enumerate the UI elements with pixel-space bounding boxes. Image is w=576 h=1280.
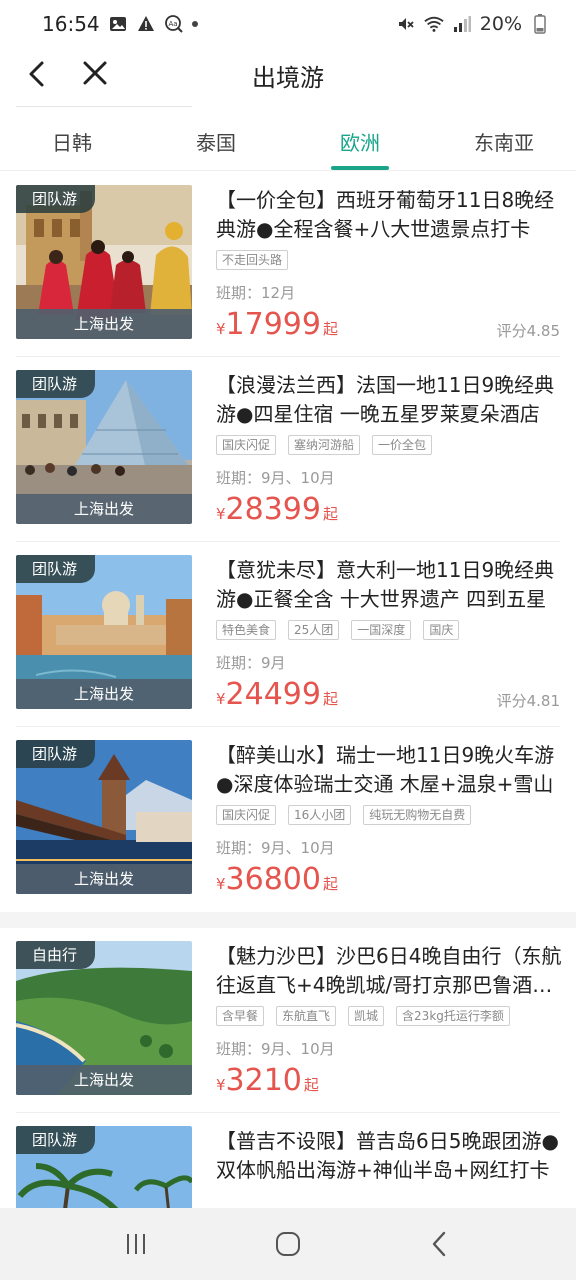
- rating-score: 评分4.81: [496, 692, 560, 710]
- product-list: 团队游 上海出发 【一价全包】西班牙葡萄牙11日8晚经典游●全程含餐+八大世遗景…: [0, 172, 576, 1280]
- tour-type-badge: 团队游: [16, 740, 96, 768]
- product-card[interactable]: 团队游 上海出发 【浪漫法兰西】法国一地11日9晚经典游●四星住宿 一晚五星罗莱…: [0, 357, 576, 542]
- product-image: 团队游 上海出发: [16, 370, 192, 524]
- product-card[interactable]: 团队游 上海出发 【意犹未尽】意大利一地11日9晚经典游●正餐全含 十大世界遗产…: [0, 542, 576, 727]
- tab-southeast-asia[interactable]: 东南亚: [432, 107, 576, 170]
- back-icon: [432, 1231, 446, 1257]
- schedule-text: 班期：12月: [216, 284, 296, 302]
- warning-icon: [136, 14, 156, 34]
- product-title: 【普吉不设限】普吉岛6日5晚跟团游●双体帆船出海游+神仙半岛+网红打卡: [216, 1129, 559, 1182]
- dot-icon: [191, 21, 198, 27]
- product-title: 【醉美山水】瑞士一地11日9晚火车游●深度体验瑞士交通 木屋+温泉+雪山: [216, 743, 555, 796]
- battery-icon: [530, 14, 550, 34]
- nav-back-button[interactable]: [420, 1224, 460, 1264]
- price-suffix: 起: [322, 505, 338, 523]
- price-value: 24499: [225, 677, 321, 712]
- tour-type-badge: 团队游: [16, 1126, 96, 1154]
- product-tag: 一国深度: [351, 620, 412, 640]
- product-tag: 塞纳河游船: [288, 435, 361, 455]
- currency-symbol: ¥: [216, 690, 226, 708]
- currency-symbol: ¥: [216, 1076, 226, 1094]
- product-image: 团队游 上海出发: [16, 555, 192, 709]
- recent-apps-icon: [127, 1234, 145, 1254]
- product-tag: 东航直飞: [276, 1006, 337, 1026]
- price: ¥ 3210 起: [216, 1064, 562, 1098]
- price: ¥ 28399 起: [216, 493, 562, 527]
- departure-label: 上海出发: [16, 309, 192, 339]
- product-tag: 国庆闪促: [216, 435, 277, 455]
- section-gap: [0, 912, 576, 928]
- price-value: 3210: [225, 1063, 302, 1098]
- price-value: 36800: [225, 862, 321, 897]
- tour-type-badge: 团队游: [16, 370, 96, 398]
- departure-label: 上海出发: [16, 864, 192, 894]
- product-image: 团队游 上海出发: [16, 185, 192, 339]
- product-image: 团队游 上海出发: [16, 740, 192, 894]
- svg-text:Aa: Aa: [168, 20, 177, 28]
- product-title: 【意犹未尽】意大利一地11日9晚经典游●正餐全含 十大世界遗产 四到五星: [216, 558, 555, 611]
- product-tag: 纯玩无购物无自费: [363, 805, 472, 825]
- product-title: 【魅力沙巴】沙巴6日4晚自由行（东航往返直飞+4晚凯城/哥打京那巴鲁酒店）: [216, 944, 562, 997]
- tab-japan-korea[interactable]: 日韩: [0, 107, 144, 170]
- mute-icon: [396, 14, 416, 34]
- price: ¥ 36800 起: [216, 863, 562, 897]
- schedule-text: 班期：9月、10月: [216, 839, 335, 857]
- departure-label: 上海出发: [16, 494, 192, 524]
- product-tag: 含早餐: [216, 1006, 265, 1026]
- price-suffix: 起: [322, 875, 338, 893]
- schedule-text: 班期：9月、10月: [216, 1040, 335, 1058]
- rating-score: 评分4.85: [496, 322, 560, 340]
- product-card[interactable]: 团队游 上海出发 【一价全包】西班牙葡萄牙11日8晚经典游●全程含餐+八大世遗景…: [0, 172, 576, 357]
- price-value: 28399: [225, 492, 321, 527]
- product-title: 【浪漫法兰西】法国一地11日9晚经典游●四星住宿 一晚五星罗莱夏朵酒店: [216, 373, 555, 426]
- battery-label: 20%: [479, 13, 522, 35]
- departure-label: 上海出发: [16, 679, 192, 709]
- product-tag: 国庆: [423, 620, 460, 640]
- product-tag: 国庆闪促: [216, 805, 277, 825]
- product-card[interactable]: 自由行 上海出发 【魅力沙巴】沙巴6日4晚自由行（东航往返直飞+4晚凯城/哥打京…: [0, 928, 576, 1113]
- product-image: 自由行 上海出发: [16, 941, 192, 1095]
- product-card[interactable]: 团队游 上海出发 【醉美山水】瑞士一地11日9晚火车游●深度体验瑞士交通 木屋+…: [0, 727, 576, 912]
- signal-icon: [452, 14, 472, 34]
- page-title: 出境游: [252, 64, 324, 92]
- image-icon: [108, 14, 128, 34]
- header: 出境游: [0, 48, 576, 106]
- product-tag: 凯城: [348, 1006, 385, 1026]
- wifi-icon: [424, 14, 444, 34]
- product-title: 【一价全包】西班牙葡萄牙11日8晚经典游●全程含餐+八大世遗景点打卡: [216, 188, 555, 241]
- price-suffix: 起: [322, 320, 338, 338]
- region-tabs: 日韩 泰国 欧洲 东南亚: [0, 107, 576, 171]
- tour-type-badge: 团队游: [16, 555, 96, 583]
- currency-symbol: ¥: [216, 875, 226, 893]
- home-button[interactable]: [268, 1224, 308, 1264]
- price-suffix: 起: [322, 690, 338, 708]
- schedule-text: 班期：9月: [216, 654, 286, 672]
- tab-thailand[interactable]: 泰国: [144, 107, 288, 170]
- tour-type-badge: 团队游: [16, 185, 96, 213]
- product-tag: 16人小团: [288, 805, 352, 825]
- tab-europe[interactable]: 欧洲: [288, 107, 432, 170]
- product-tag: 一价全包: [372, 435, 433, 455]
- system-nav-bar: [0, 1208, 576, 1280]
- home-icon: [276, 1232, 300, 1256]
- price-value: 17999: [225, 307, 321, 342]
- tour-type-badge: 自由行: [16, 941, 96, 969]
- recent-apps-button[interactable]: [116, 1224, 156, 1264]
- status-time: 16:54: [42, 12, 100, 36]
- product-tag: 不走回头路: [216, 250, 289, 270]
- accessibility-icon: Aa: [164, 14, 184, 34]
- product-tag: 25人团: [288, 620, 340, 640]
- status-bar: 16:54 Aa 20%: [0, 0, 576, 48]
- schedule-text: 班期：9月、10月: [216, 469, 335, 487]
- product-tag: 含23kg托运行李额: [396, 1006, 510, 1026]
- departure-label: 上海出发: [16, 1065, 192, 1095]
- product-tag: 特色美食: [216, 620, 277, 640]
- price-suffix: 起: [303, 1076, 319, 1094]
- currency-symbol: ¥: [216, 320, 226, 338]
- currency-symbol: ¥: [216, 505, 226, 523]
